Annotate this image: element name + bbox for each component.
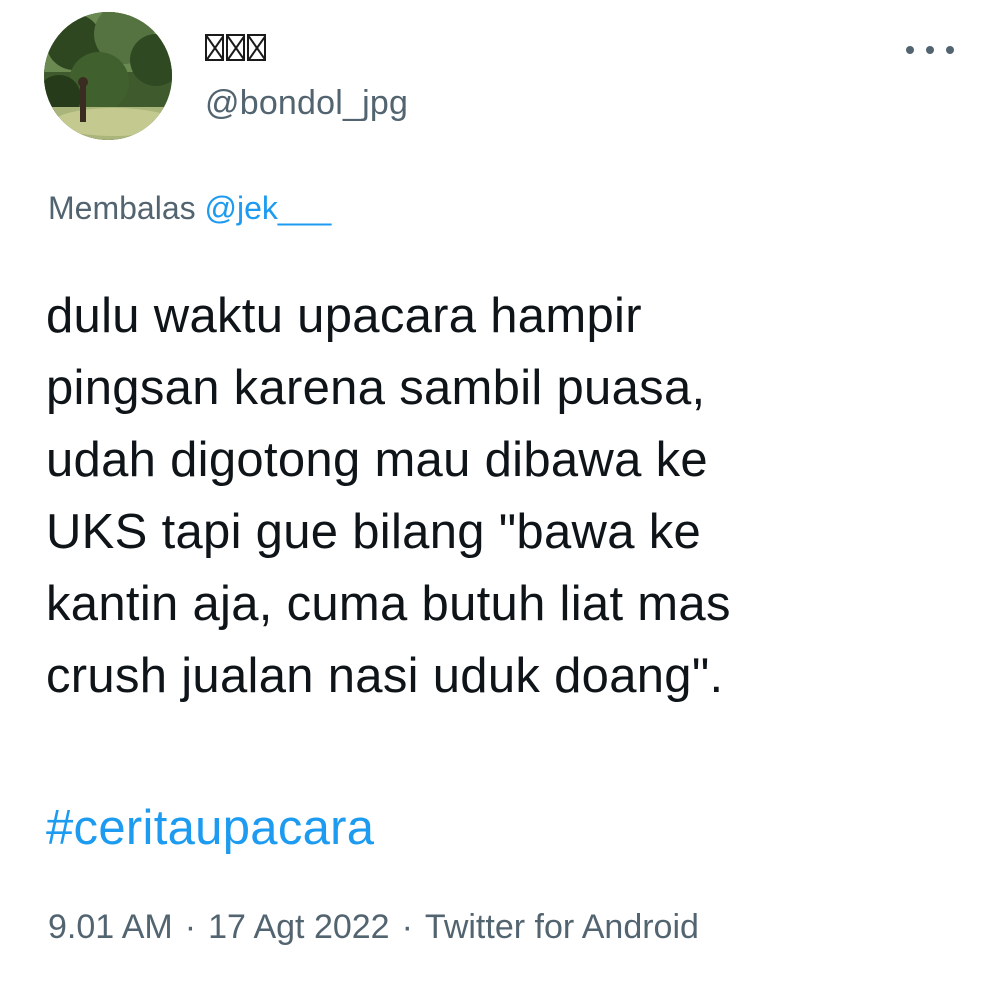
reply-mention-link[interactable]: @jek___ bbox=[205, 190, 332, 226]
avatar[interactable] bbox=[44, 12, 172, 140]
display-name[interactable] bbox=[205, 34, 266, 64]
reply-prefix: Membalas bbox=[48, 190, 196, 226]
meta-separator: · bbox=[184, 908, 197, 946]
tweet-date[interactable]: 17 Agt 2022 bbox=[208, 908, 390, 947]
dot-3 bbox=[946, 46, 954, 54]
more-horizontal-icon[interactable] bbox=[906, 38, 954, 62]
meta-separator-2: · bbox=[401, 908, 413, 946]
tweet-card: @bondol_jpg Membalas @jek___ dulu waktu … bbox=[0, 0, 1000, 983]
dot-1 bbox=[906, 46, 914, 54]
dot-2 bbox=[926, 46, 934, 54]
unrenderable-glyph-1 bbox=[205, 34, 224, 61]
tweet-metadata: 9.01 AM · 17 Agt 2022 · Twitter for Andr… bbox=[48, 908, 699, 947]
hashtag-link[interactable]: #ceritaupacara bbox=[46, 800, 374, 856]
tweet-time[interactable]: 9.01 AM bbox=[48, 908, 173, 947]
unrenderable-glyph-3 bbox=[247, 34, 266, 61]
avatar-photo bbox=[44, 12, 172, 140]
tweet-source[interactable]: Twitter for Android bbox=[425, 908, 699, 947]
user-handle[interactable]: @bondol_jpg bbox=[205, 84, 408, 123]
unrenderable-glyph-2 bbox=[226, 34, 245, 61]
replying-to: Membalas @jek___ bbox=[48, 190, 331, 227]
tweet-text: dulu waktu upacara hampir pingsan karena… bbox=[46, 289, 731, 703]
